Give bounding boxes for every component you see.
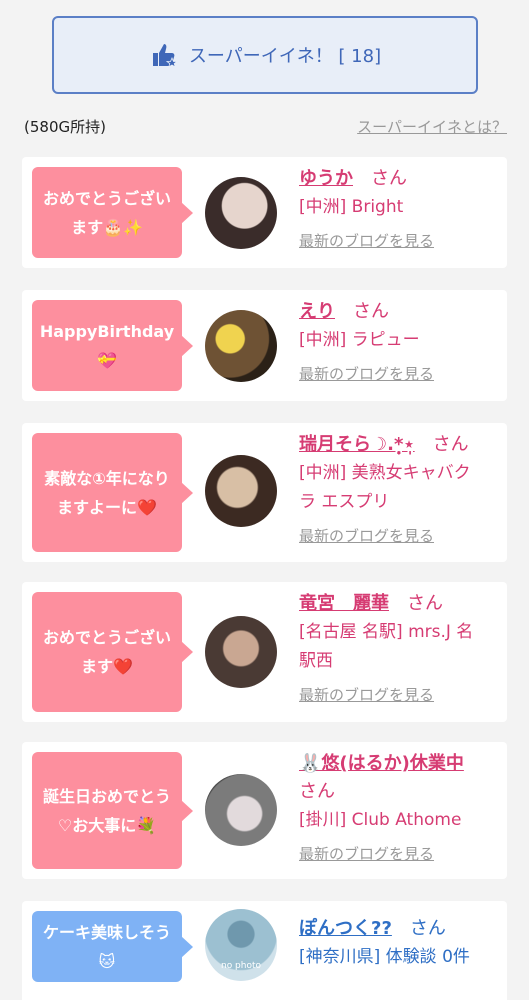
message-line: ます🎂✨ bbox=[71, 217, 143, 237]
shop-label: [中洲] Bright bbox=[299, 197, 404, 217]
user-name-link[interactable]: ゆうか bbox=[299, 168, 353, 189]
message-line: ♡お大事に💐 bbox=[57, 815, 157, 835]
message-line: ますよーに❤️ bbox=[57, 497, 157, 517]
user-name-link[interactable]: 竜宮 麗華 bbox=[299, 593, 389, 614]
liker-card: ケーキ美味しそう 🐱 no photo ぽんつく?? さん [神奈川県] 体験談 0… bbox=[22, 901, 507, 1000]
honorific: さん bbox=[409, 918, 446, 939]
latest-blog-link[interactable]: 最新のブログを見る bbox=[299, 230, 497, 251]
message-line: ケーキ美味しそう bbox=[42, 922, 171, 942]
super-like-label: スーパーイイネ！ [ 18] bbox=[188, 46, 382, 67]
thumbs-up-icon bbox=[152, 44, 179, 68]
message-bubble: HappyBirthday 💝 bbox=[32, 300, 193, 391]
honorific: さん bbox=[353, 301, 389, 322]
about-super-like-link[interactable]: スーパーイイネとは？ bbox=[357, 116, 507, 137]
shop-label: [神奈川県] 体験談 0件 bbox=[299, 947, 470, 967]
avatar[interactable] bbox=[205, 455, 277, 527]
no-photo-label: no photo bbox=[220, 961, 262, 971]
latest-blog-link[interactable]: 最新のブログを見る bbox=[299, 525, 497, 546]
message-line: 💝 bbox=[97, 350, 117, 370]
user-name-link[interactable]: えり bbox=[299, 301, 335, 322]
avatar[interactable] bbox=[205, 774, 277, 846]
message-line: おめでとうござい bbox=[42, 188, 171, 208]
avatar[interactable] bbox=[205, 177, 277, 249]
message-line: 素敵な①年になり bbox=[44, 468, 170, 488]
message-bubble: おめでとうござい ます❤️ bbox=[32, 592, 193, 712]
owned-points: (580G所持) bbox=[24, 118, 106, 136]
message-line: ます❤️ bbox=[81, 657, 133, 676]
liker-card: おめでとうござい ます❤️ 竜宮 麗華 さん [名古屋 名駅] mrs.J 名 駅西… bbox=[22, 582, 507, 722]
liker-card: 誕生日おめでとう ♡お大事に💐 🐰悠(はるか)休業中 さん [掛川] Club A… bbox=[22, 742, 507, 879]
honorific: さん bbox=[407, 593, 443, 614]
honorific: さん bbox=[371, 168, 407, 189]
latest-blog-link[interactable]: 最新のブログを見る bbox=[299, 684, 497, 705]
shop-label: ラ エスプリ bbox=[299, 492, 390, 512]
message-line: おめでとうござい bbox=[42, 628, 171, 647]
shop-label: [中洲] 美熟女キャバク bbox=[299, 463, 471, 483]
message-bubble: 素敵な①年になり ますよーに❤️ bbox=[32, 433, 193, 552]
message-line: HappyBirthday bbox=[39, 321, 175, 341]
user-name-link[interactable]: 瑞月そら☽.*̣̩⋆̩ bbox=[299, 434, 415, 455]
shop-label: [名古屋 名駅] mrs.J 名 bbox=[299, 622, 474, 642]
latest-blog-link[interactable]: 最新のブログを見る bbox=[299, 363, 497, 384]
liker-card: おめでとうござい ます🎂✨ ゆうか さん [中洲] Bright 最新のブログを見る bbox=[22, 157, 507, 268]
message-line: 🐱 bbox=[98, 951, 116, 971]
message-bubble: 誕生日おめでとう ♡お大事に💐 bbox=[32, 752, 193, 869]
avatar[interactable] bbox=[205, 616, 277, 688]
message-line: 誕生日おめでとう bbox=[42, 786, 171, 806]
user-name-link[interactable]: 🐰悠(はるか)休業中 bbox=[299, 753, 464, 774]
user-name-link[interactable]: ぽんつく?? bbox=[299, 918, 392, 939]
super-like-button[interactable]: スーパーイイネ！ [ 18] bbox=[52, 16, 478, 94]
liker-card: 素敵な①年になり ますよーに❤️ 瑞月そら☽.*̣̩⋆̩ さん [中洲] 美熟女キャ… bbox=[22, 423, 507, 562]
honorific: さん bbox=[432, 434, 469, 455]
shop-label: [掛川] Club Athome bbox=[299, 810, 462, 830]
honorific: さん bbox=[299, 781, 335, 802]
shop-label: 駅西 bbox=[299, 651, 333, 671]
latest-blog-link[interactable]: 最新のブログを見る bbox=[299, 843, 497, 864]
avatar[interactable]: no photo bbox=[205, 909, 277, 981]
message-bubble: おめでとうござい ます🎂✨ bbox=[32, 167, 193, 258]
shop-label: [中洲] ラピュー bbox=[299, 330, 420, 350]
liker-card: HappyBirthday 💝 えり さん [中洲] ラピュー 最新のブログを見る bbox=[22, 290, 507, 401]
avatar[interactable] bbox=[205, 310, 277, 382]
message-bubble: ケーキ美味しそう 🐱 bbox=[32, 911, 193, 982]
